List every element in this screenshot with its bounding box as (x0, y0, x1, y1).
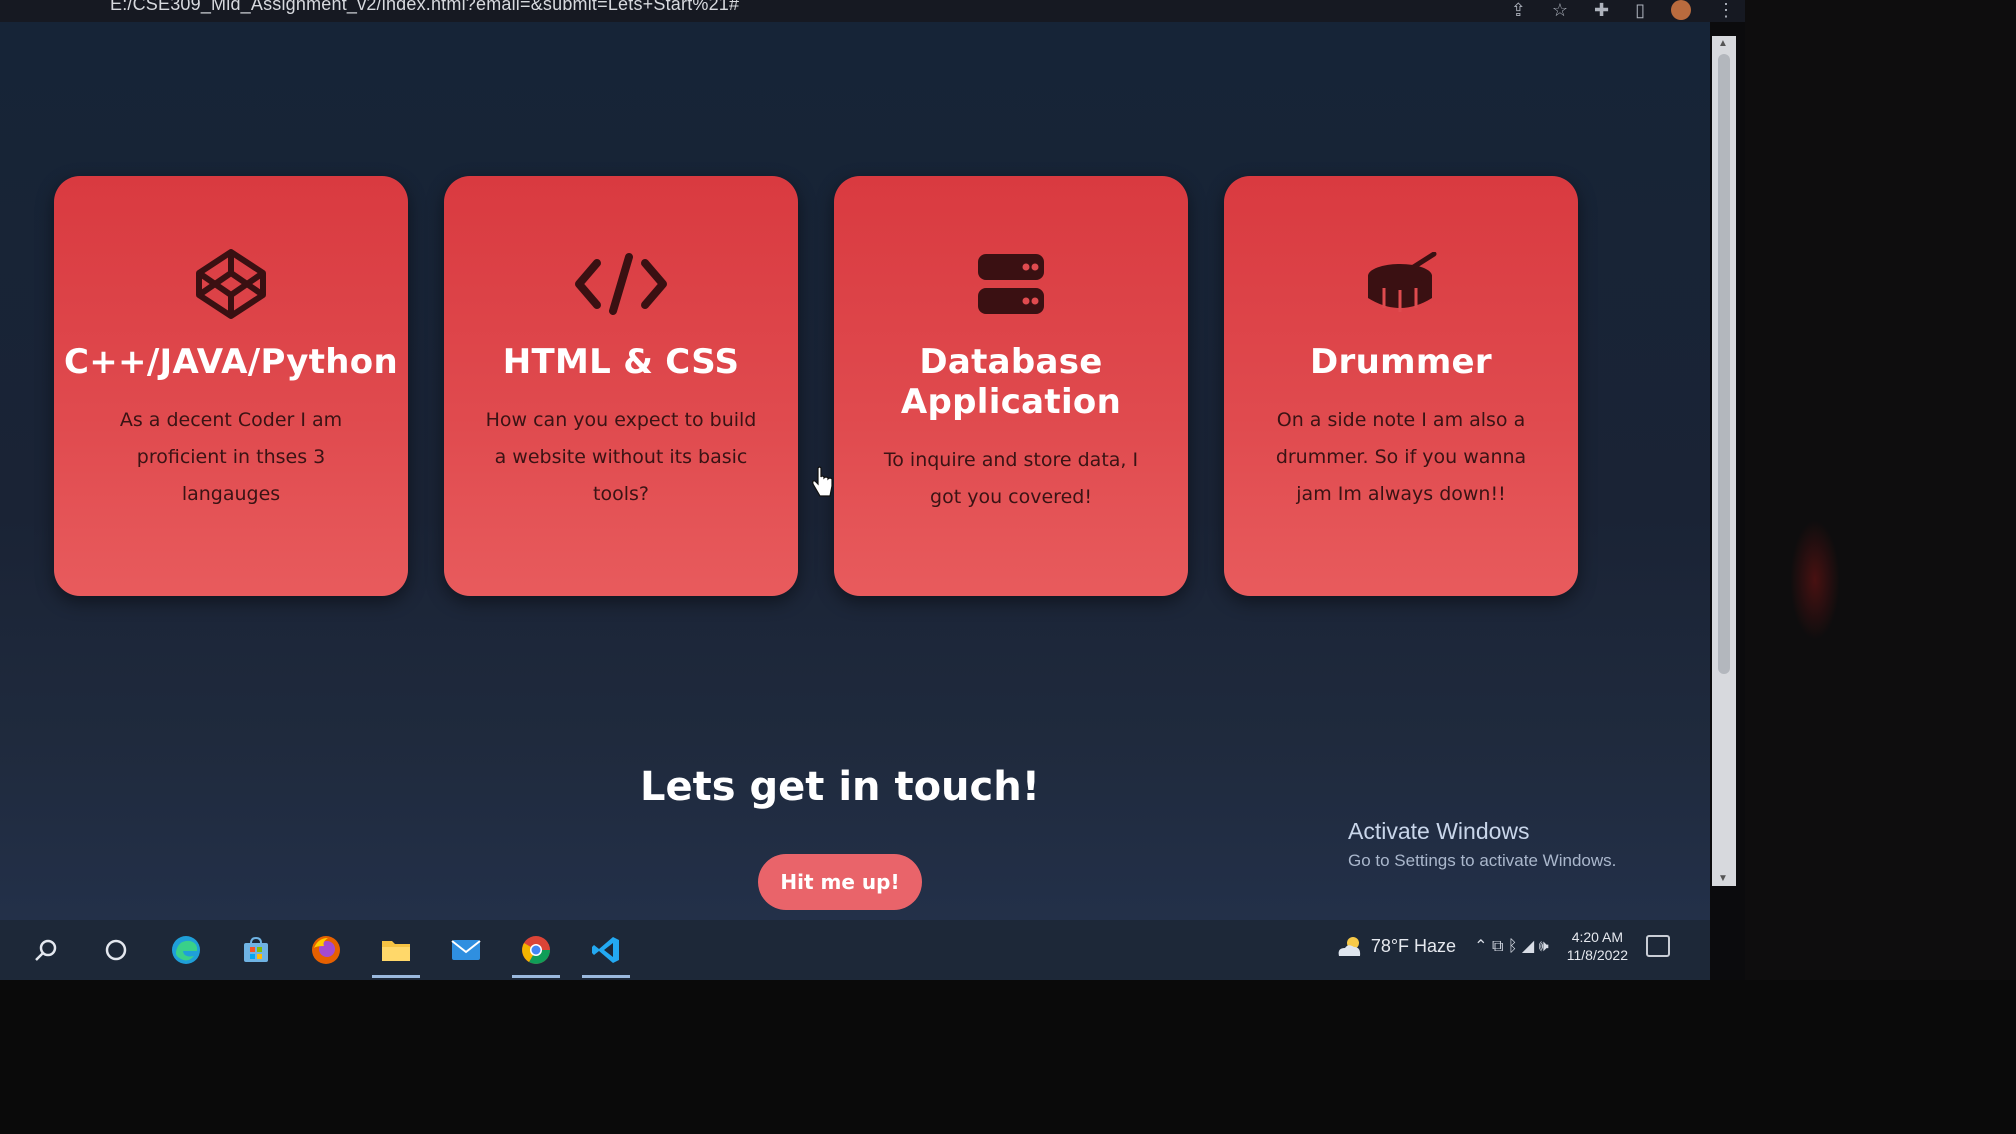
display-icon[interactable]: ⧉ (1492, 938, 1503, 955)
skill-card: HTML & CSS How can you expect to build a… (444, 176, 798, 596)
activate-windows-watermark: Activate Windows Go to Settings to activ… (1348, 818, 1616, 871)
codepen-icon (193, 244, 269, 324)
notification-icon[interactable] (1646, 935, 1670, 957)
code-icon (573, 244, 669, 324)
scroll-down-icon[interactable]: ▼ (1718, 873, 1728, 884)
monitor-surround (1745, 0, 2016, 1134)
extensions-icon[interactable]: ✚ (1594, 0, 1609, 20)
card-text: To inquire and store data, I got you cov… (883, 449, 1139, 508)
vscode-icon[interactable] (582, 934, 630, 978)
background-glow (1790, 520, 1840, 640)
page-viewport: C++/JAVA/Python As a decent Coder I am p… (0, 22, 1710, 920)
browser-icons: ⇪ ☆ ✚ ▯ ⋮ (1511, 0, 1735, 20)
skill-card: C++/JAVA/Python As a decent Coder I am p… (54, 176, 408, 596)
scrollbar-thumb[interactable] (1718, 54, 1730, 674)
weather-icon (1338, 937, 1360, 956)
hand-cursor-icon (812, 466, 833, 497)
page-scrollbar[interactable]: ▲ ▼ (1712, 36, 1736, 886)
windows-taskbar: 78°F Haze ⌃ ⧉ ᛒ ◢ 🕪 4:20 AM 11/8/2022 (0, 920, 1710, 980)
skills-cards: C++/JAVA/Python As a decent Coder I am p… (54, 176, 1578, 596)
server-icon (976, 244, 1046, 324)
system-tray: 78°F Haze ⌃ ⧉ ᛒ ◢ 🕪 4:20 AM 11/8/2022 (1335, 928, 1670, 964)
profile-icon[interactable] (1671, 0, 1691, 20)
cortana-icon[interactable] (100, 934, 132, 966)
volume-icon[interactable]: 🕪 (1539, 938, 1549, 955)
watermark-title: Activate Windows (1348, 818, 1530, 844)
clock-time: 4:20 AM (1571, 929, 1624, 945)
card-title: Database Application (900, 342, 1122, 422)
clock-date: 11/8/2022 (1566, 947, 1628, 963)
star-icon[interactable]: ☆ (1552, 0, 1568, 20)
drum-icon (1364, 244, 1438, 324)
mail-icon[interactable] (450, 934, 482, 966)
card-text: On a side note I am also a drummer. So i… (1275, 409, 1527, 505)
skill-card: Drummer On a side note I am also a drumm… (1224, 176, 1578, 596)
file-explorer-icon[interactable] (372, 934, 420, 978)
card-title: C++/JAVA/Python (64, 342, 398, 382)
hit-me-up-button[interactable]: Hit me up! (758, 854, 922, 910)
card-title: HTML & CSS (502, 342, 740, 382)
scroll-up-icon[interactable]: ▲ (1718, 38, 1728, 49)
taskbar-apps (30, 934, 630, 978)
edge-icon[interactable] (170, 934, 202, 966)
firefox-icon[interactable] (310, 934, 342, 966)
skill-card: Database Application To inquire and stor… (834, 176, 1188, 596)
monitor-bezel (0, 980, 2016, 1134)
sidebar-icon[interactable]: ▯ (1635, 0, 1645, 20)
share-icon[interactable]: ⇪ (1511, 0, 1526, 20)
network-icon[interactable]: ◢ (1522, 938, 1534, 955)
watermark-subtitle: Go to Settings to activate Windows. (1348, 851, 1617, 870)
contact-heading: Lets get in touch! (640, 764, 1040, 810)
search-icon[interactable] (30, 934, 62, 966)
clock[interactable]: 4:20 AM 11/8/2022 (1567, 928, 1628, 964)
weather-widget[interactable]: 78°F Haze (1335, 934, 1456, 958)
browser-toolbar: E:/CSE309_Mid_Assignment_v2/index.html?e… (0, 0, 1745, 22)
weather-text: 78°F Haze (1370, 935, 1457, 956)
tray-icons: ⌃ ⧉ ᛒ ◢ 🕪 (1474, 936, 1549, 956)
store-icon[interactable] (240, 934, 272, 966)
bluetooth-icon[interactable]: ᛒ (1508, 938, 1518, 955)
chrome-icon[interactable] (512, 934, 560, 978)
menu-icon[interactable]: ⋮ (1717, 0, 1735, 20)
card-title: Drummer (1310, 342, 1492, 382)
card-text: How can you expect to build a website wi… (485, 409, 757, 505)
address-bar[interactable]: E:/CSE309_Mid_Assignment_v2/index.html?e… (110, 0, 739, 15)
chevron-up-icon[interactable]: ⌃ (1474, 938, 1487, 955)
card-text: As a decent Coder I am proficient in ths… (119, 409, 343, 505)
